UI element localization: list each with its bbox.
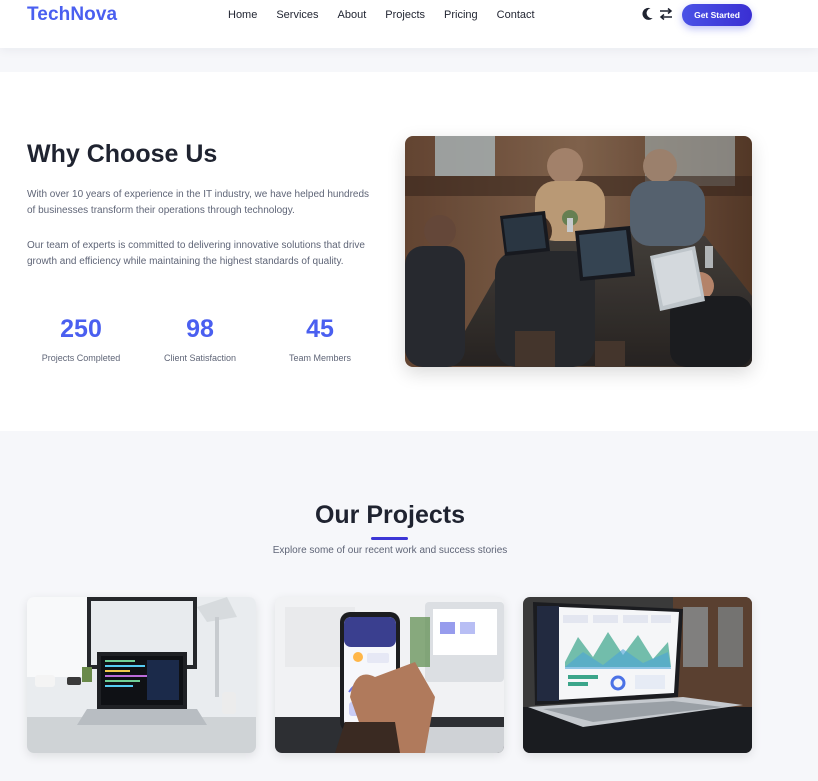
stat-team: 45 Team Members (265, 315, 375, 363)
projects-title: Our Projects (314, 501, 466, 529)
nav-about[interactable]: About (338, 9, 367, 21)
stat-value: 250 (60, 315, 102, 343)
why-paragraph-2: Our team of experts is committed to deli… (27, 240, 365, 267)
why-paragraph-1: With over 10 years of experience in the … (27, 189, 370, 216)
stat-satisfaction: 98 Client Satisfaction (145, 315, 255, 363)
why-title: Why Choose Us (27, 140, 218, 168)
projects-subtitle: Explore some of our recent work and succ… (272, 545, 508, 556)
project-card-coding-laptop[interactable] (27, 597, 256, 753)
nav-services[interactable]: Services (276, 9, 318, 21)
stat-projects: 250 Projects Completed (26, 315, 136, 363)
nav-pricing[interactable]: Pricing (444, 9, 478, 21)
projects-section: Our Projects Explore some of our recent … (0, 431, 818, 781)
arrows-swap-icon[interactable] (659, 7, 673, 21)
stat-label: Projects Completed (41, 353, 121, 363)
get-started-button[interactable]: Get Started (682, 4, 752, 26)
team-working-photo (405, 136, 752, 367)
stat-value: 45 (306, 315, 334, 343)
logo[interactable]: TechNova (27, 4, 117, 26)
project-card-analytics-dashboard[interactable] (523, 597, 752, 753)
nav-projects[interactable]: Projects (385, 9, 425, 21)
header-divider-strip (0, 48, 818, 72)
main-nav: Home Services About Projects Pricing Con… (228, 9, 554, 21)
nav-home[interactable]: Home (228, 9, 257, 21)
stat-label: Team Members (288, 353, 351, 363)
stat-label: Client Satisfaction (163, 353, 237, 363)
title-underline (371, 537, 408, 540)
project-card-mobile-app[interactable] (275, 597, 504, 753)
why-choose-us-section: Why Choose Us With over 10 years of expe… (0, 72, 818, 431)
moon-icon[interactable] (642, 7, 654, 21)
site-header: TechNova Home Services About Projects Pr… (0, 0, 818, 48)
stat-value: 98 (186, 315, 214, 343)
nav-contact[interactable]: Contact (497, 9, 535, 21)
